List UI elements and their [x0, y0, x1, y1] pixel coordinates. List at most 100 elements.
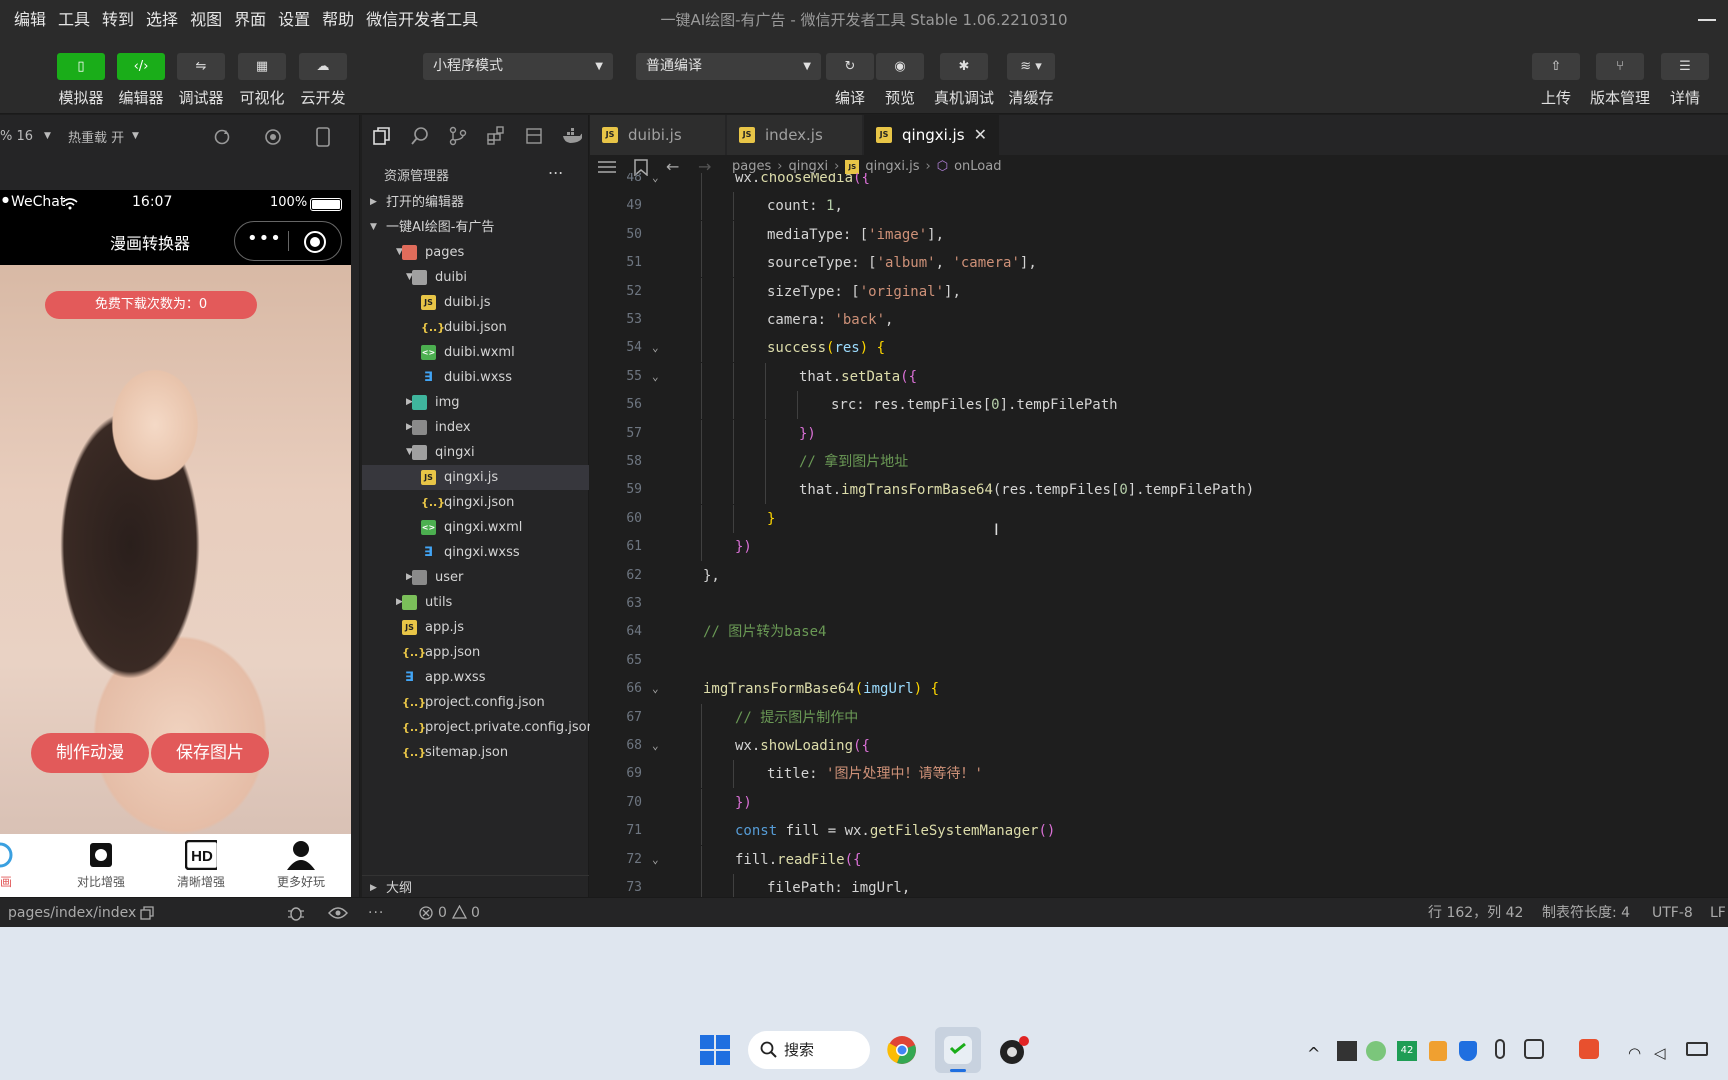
menu-item[interactable]: 工具 — [52, 0, 96, 40]
fold-chevron-icon[interactable]: ⌄ — [652, 363, 659, 391]
toolbar-menu-button[interactable]: ☰ 详情 — [1661, 53, 1709, 108]
nvidia-icon[interactable] — [1337, 1041, 1357, 1061]
toolbar-phone-button[interactable]: ▯ 模拟器 — [57, 53, 105, 108]
tree-folder[interactable]: ▶ user — [362, 565, 589, 590]
more-icon[interactable]: ... — [548, 159, 563, 178]
close-icon[interactable]: ✕ — [974, 115, 987, 155]
tray-badge-icon[interactable]: 42 — [1397, 1041, 1417, 1061]
tree-file[interactable]: {..} sitemap.json — [362, 740, 589, 765]
compile-select[interactable]: 普通编译 ▼ — [636, 53, 821, 80]
battery-icon[interactable] — [1686, 1042, 1708, 1056]
warning-count[interactable]: 0 — [471, 898, 480, 928]
code-line[interactable]: 60} — [590, 504, 1728, 533]
close-circle-icon[interactable] — [303, 230, 327, 254]
tree-file[interactable]: JS qingxi.js — [362, 465, 589, 490]
taskbar-search[interactable]: 搜索 — [748, 1031, 870, 1069]
tree-folder[interactable]: ▶ index — [362, 415, 589, 440]
toolbar-upload-button[interactable]: ⇧ 上传 — [1532, 53, 1580, 108]
menu-item[interactable]: 微信开发者工具 — [360, 0, 484, 40]
code-line[interactable]: 61}) — [590, 533, 1728, 562]
menu-item[interactable]: 帮助 — [316, 0, 360, 40]
windows-start-icon[interactable] — [700, 1035, 730, 1065]
fold-chevron-icon[interactable]: ⌄ — [652, 732, 659, 760]
tree-file[interactable]: {..} project.private.config.json — [362, 715, 595, 740]
volume-icon[interactable]: ◁ — [1654, 1044, 1666, 1062]
error-count[interactable]: 0 — [438, 898, 447, 928]
tree-file[interactable]: <> qingxi.wxml — [362, 515, 589, 540]
breadcrumb-item[interactable]: qingxi — [788, 159, 828, 174]
code-line[interactable]: 68 ⌄ wx.showLoading({ — [590, 732, 1728, 760]
fold-chevron-icon[interactable]: ⌄ — [652, 846, 659, 874]
tree-section[interactable]: ▼ 一键AI绘图-有广告 — [362, 215, 589, 240]
tree-file[interactable]: ∃ qingxi.wxss — [362, 540, 589, 565]
code-line[interactable]: 63 — [590, 590, 1728, 618]
menu-item[interactable]: 界面 — [228, 0, 272, 40]
tab-index-js[interactable]: JS index.js — [727, 115, 863, 155]
menu-item[interactable]: 编辑 — [8, 0, 52, 40]
code-line[interactable]: 57}) — [590, 419, 1728, 448]
toolbar-layout-button[interactable]: ▦ 可视化 — [238, 53, 286, 108]
warning-icon[interactable] — [452, 905, 467, 919]
phone-icon[interactable] — [315, 127, 331, 147]
toolbar-refresh-button[interactable]: ↻ 编译 — [826, 53, 874, 108]
error-icon[interactable] — [419, 906, 433, 920]
mode-select[interactable]: 小程序模式 ▼ — [423, 53, 613, 80]
code-line[interactable]: 62}, — [590, 562, 1728, 590]
storage-icon[interactable] — [524, 126, 544, 146]
chrome-icon[interactable] — [887, 1035, 917, 1065]
tree-folder[interactable]: ▼ pages — [362, 240, 589, 265]
refresh-icon[interactable] — [213, 128, 231, 146]
input-method-icon[interactable] — [1524, 1039, 1544, 1059]
code-line[interactable]: 70}) — [590, 788, 1728, 817]
app-tray-icon[interactable] — [1579, 1039, 1599, 1059]
fold-chevron-icon[interactable]: ⌄ — [652, 334, 659, 362]
menu-item[interactable]: 选择 — [140, 0, 184, 40]
code-line[interactable]: 55 ⌄ that.setData({ — [590, 362, 1728, 391]
search-icon[interactable] — [410, 126, 430, 146]
menu-item[interactable]: 视图 — [184, 0, 228, 40]
tree-file[interactable]: <> duibi.wxml — [362, 340, 589, 365]
microphone-icon[interactable] — [1495, 1039, 1505, 1059]
more-icon[interactable]: ••• — [247, 228, 282, 249]
code-line[interactable]: 66 ⌄ imgTransFormBase64(imgUrl) { — [590, 675, 1728, 703]
bug-icon[interactable] — [287, 905, 305, 921]
more-icon[interactable]: ··· — [368, 898, 384, 928]
code-line[interactable]: 64 // 图片转为base4 — [590, 618, 1728, 646]
tree-file[interactable]: {..} duibi.json — [362, 315, 589, 340]
toolbar-eye-button[interactable]: ◉ 预览 — [876, 53, 924, 108]
tree-folder[interactable]: ▼ duibi — [362, 265, 589, 290]
toolbar-branch-button[interactable]: ⑂ 版本管理 — [1590, 53, 1650, 108]
breadcrumb-item[interactable]: onLoad — [954, 159, 1001, 174]
code-line[interactable]: 54 ⌄ success(res) { — [590, 334, 1728, 363]
tree-file[interactable]: JS duibi.js — [362, 290, 589, 315]
list-icon[interactable] — [598, 160, 616, 174]
record-icon[interactable] — [264, 128, 282, 146]
code-line[interactable]: 58 // 拿到图片地址 — [590, 448, 1728, 476]
toolbar-code-button[interactable]: ‹/› 编辑器 — [117, 53, 165, 108]
eye-icon[interactable] — [328, 906, 348, 920]
tab-qingxi-js[interactable]: JS qingxi.js ✕ — [864, 115, 1000, 155]
fold-chevron-icon[interactable]: ⌄ — [652, 173, 659, 192]
toolbar-bug-button[interactable]: ✱ 真机调试 — [934, 53, 994, 108]
tree-file[interactable]: {..} app.json — [362, 640, 589, 665]
code-line[interactable]: 52 sizeType: ['original'], — [590, 277, 1728, 306]
tab-size[interactable]: 制表符长度: 4 — [1542, 898, 1630, 928]
make-anime-button[interactable]: 制作动漫 — [31, 733, 149, 773]
code-line[interactable]: 71 const fill = wx.getFileSystemManager() — [590, 817, 1728, 846]
source-control-icon[interactable] — [448, 126, 468, 146]
tree-section[interactable]: ▶ 打开的编辑器 — [362, 190, 589, 215]
tab-contrast[interactable]: 对比增强 — [61, 840, 141, 890]
tree-folder[interactable]: ▼ qingxi — [362, 440, 589, 465]
tab-comic[interactable]: 漫画 — [0, 840, 40, 890]
page-path[interactable]: pages/index/index — [8, 898, 136, 928]
tree-file[interactable]: ∃ duibi.wxss — [362, 365, 589, 390]
menu-item[interactable]: 设置 — [272, 0, 316, 40]
tree-folder[interactable]: ▶ img — [362, 390, 589, 415]
menu-item[interactable]: 转到 — [96, 0, 140, 40]
files-icon[interactable] — [372, 126, 392, 146]
code-line[interactable]: 72 ⌄ fill.readFile({ — [590, 845, 1728, 874]
breadcrumb-item[interactable]: qingxi.js — [865, 159, 919, 174]
code-line[interactable]: 69 title: '图片处理中！请等待！' — [590, 760, 1728, 789]
tree-folder[interactable]: ▶ utils — [362, 590, 589, 615]
toolbar-layers-button[interactable]: ≋ ▾ 清缓存 — [1007, 53, 1055, 108]
